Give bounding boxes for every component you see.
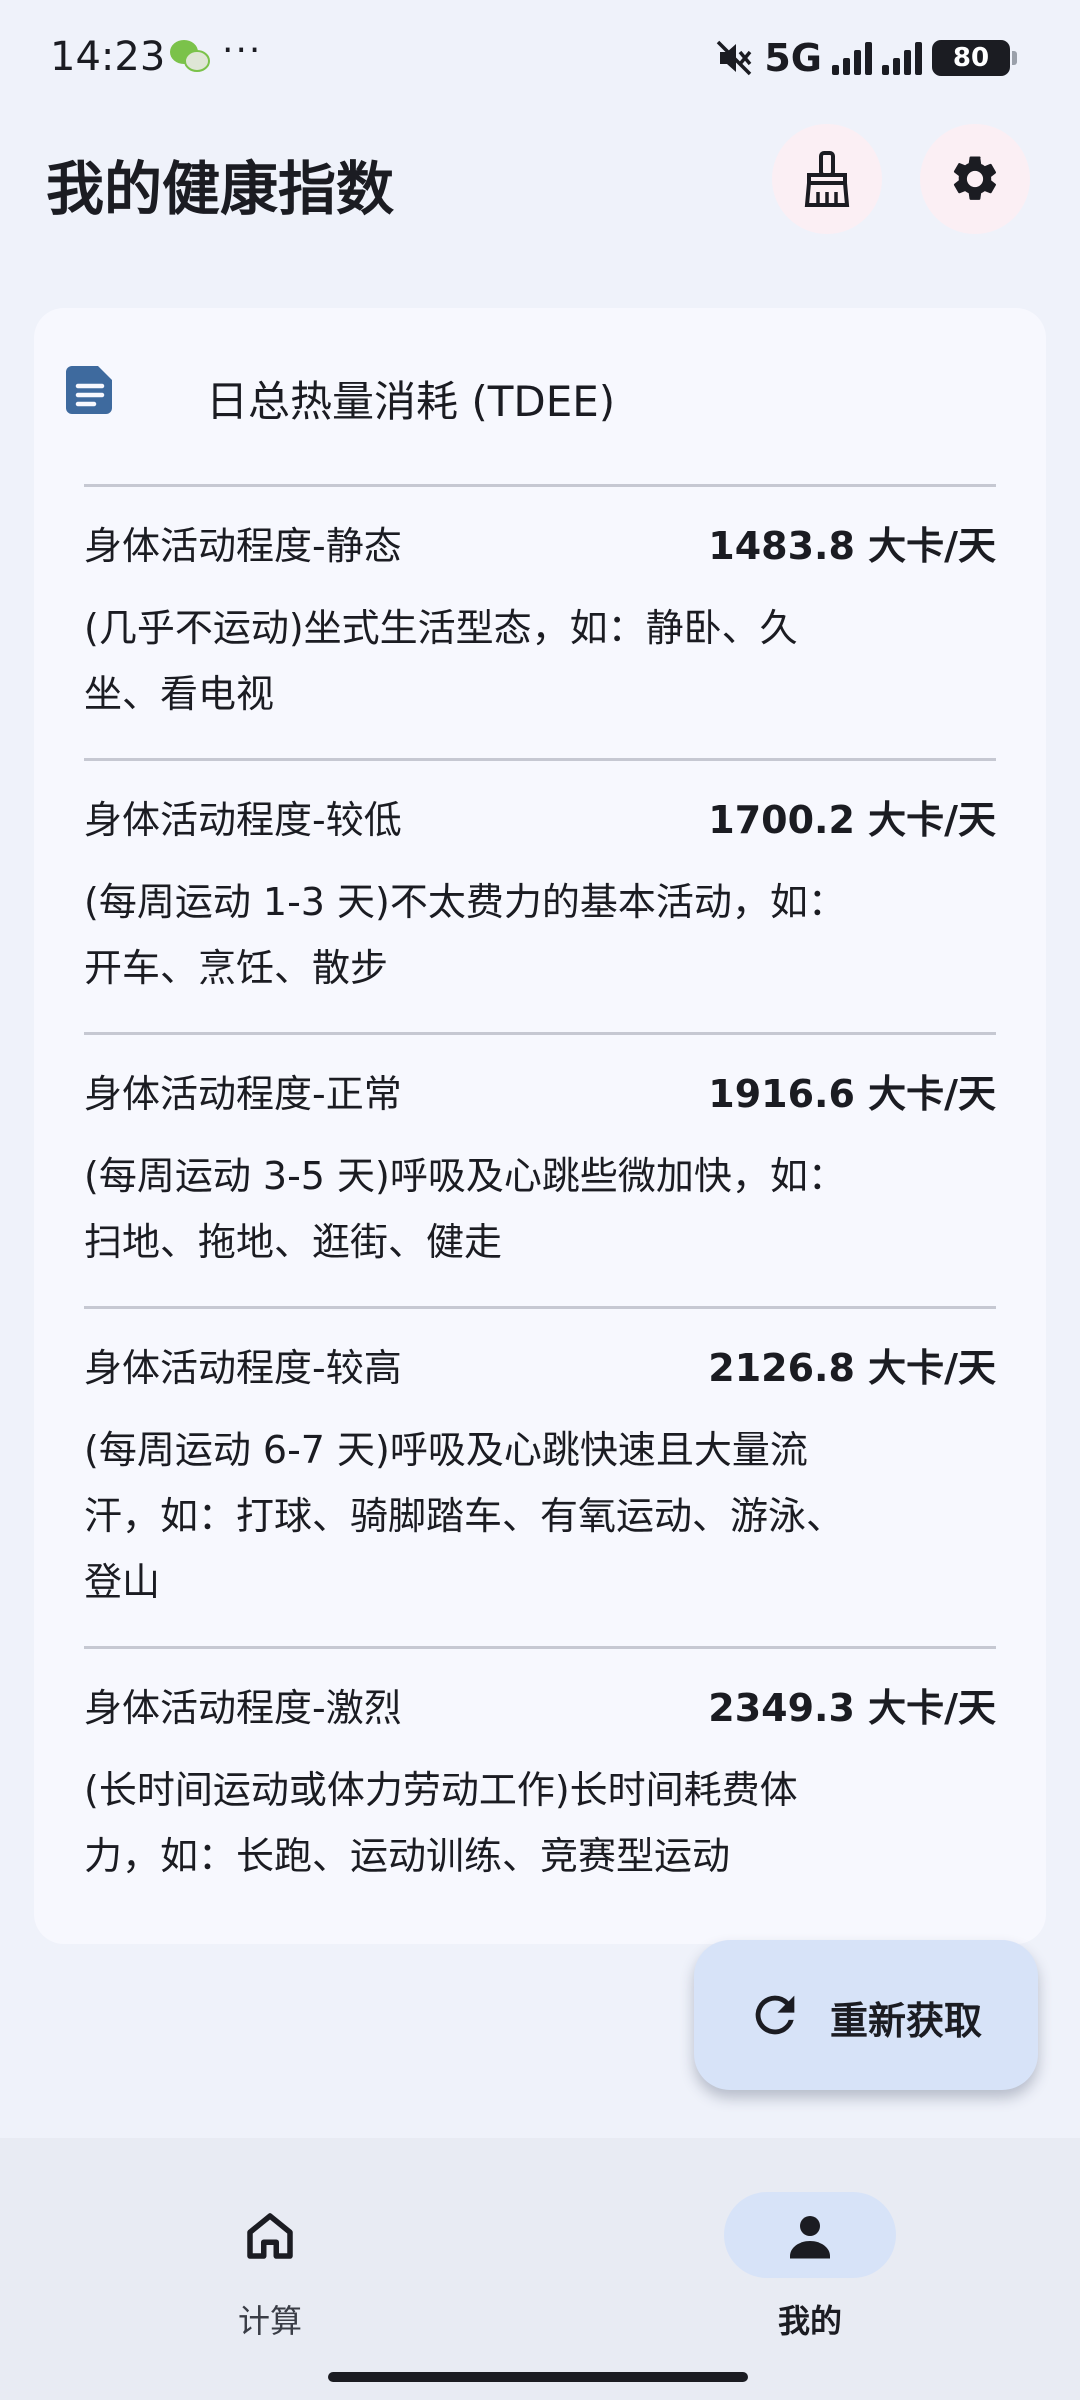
activity-level-name: 身体活动程度-较低: [84, 798, 402, 842]
battery-icon: 80: [932, 40, 1017, 76]
refresh-fab[interactable]: 重新获取: [694, 1940, 1038, 2090]
activity-level-calories: 1483.8 大卡/天: [708, 524, 996, 568]
activity-level-name: 身体活动程度-静态: [84, 524, 402, 568]
refresh-label: 重新获取: [830, 1999, 983, 2043]
activity-level-name: 身体活动程度-较高: [84, 1346, 402, 1390]
clean-button[interactable]: [772, 124, 882, 234]
page-title: 我的健康指数: [46, 155, 395, 223]
bottom-navigation: 计算 我的: [0, 2138, 1080, 2400]
status-right-group: 5G 80: [714, 36, 1017, 80]
activity-level-calories: 2349.3 大卡/天: [708, 1686, 996, 1730]
refresh-icon: [755, 1995, 795, 2035]
network-type: 5G: [764, 36, 822, 80]
activity-level-calories: 1916.6 大卡/天: [708, 1072, 996, 1116]
description-line: 扫地、拖地、逛街、健走: [84, 1220, 503, 1264]
activity-row-normal: 身体活动程度-正常 1916.6 大卡/天 (每周运动 3-5 天)呼吸及心跳些…: [84, 1032, 996, 1307]
gesture-handle[interactable]: [328, 2372, 748, 2382]
home-icon: [247, 2213, 293, 2259]
signal-icon-2: [882, 41, 922, 75]
activity-level-calories: 2126.8 大卡/天: [708, 1346, 996, 1390]
document-icon: [66, 366, 112, 414]
nav-item-calculate[interactable]: 计算: [170, 2178, 370, 2348]
activity-level-name: 身体活动程度-激烈: [84, 1686, 402, 1730]
battery-level: 80: [952, 43, 990, 73]
description-line: (几乎不运动)坐式生活型态，如：静卧、久: [84, 606, 798, 650]
card-title: 日总热量消耗 (TDEE): [206, 377, 616, 426]
broom-icon: [804, 151, 850, 207]
description-line: 开车、烹饪、散步: [84, 946, 389, 990]
activity-level-description: (每周运动 3-5 天)呼吸及心跳些微加快，如： 扫地、拖地、逛街、健走: [84, 1143, 996, 1275]
activity-level-description: (几乎不运动)坐式生活型态，如：静卧、久 坐、看电视: [84, 595, 996, 727]
activity-level-description: (每周运动 1-3 天)不太费力的基本活动，如： 开车、烹饪、散步: [84, 869, 996, 1001]
description-line: 汗，如：打球、骑脚踏车、有氧运动、游泳、: [84, 1494, 845, 1538]
settings-button[interactable]: [920, 124, 1030, 234]
person-icon: [790, 2216, 830, 2259]
activity-row-high: 身体活动程度-较高 2126.8 大卡/天 (每周运动 6-7 天)呼吸及心跳快…: [84, 1306, 996, 1647]
gear-icon: [953, 156, 997, 200]
activity-row-low: 身体活动程度-较低 1700.2 大卡/天 (每周运动 1-3 天)不太费力的基…: [84, 758, 996, 1033]
nav-label: 计算: [237, 2302, 302, 2340]
activity-level-name: 身体活动程度-正常: [84, 1072, 402, 1116]
status-time: 14:23: [50, 34, 166, 80]
description-line: 登山: [84, 1560, 161, 1604]
activity-row-sedentary: 身体活动程度-静态 1483.8 大卡/天 (几乎不运动)坐式生活型态，如：静卧…: [84, 484, 996, 759]
description-line: (每周运动 3-5 天)呼吸及心跳些微加快，如：: [84, 1154, 846, 1198]
description-line: (长时间运动或体力劳动工作)长时间耗费体: [84, 1768, 798, 1812]
nav-label: 我的: [777, 2302, 842, 2340]
activity-level-calories: 1700.2 大卡/天: [708, 798, 996, 842]
signal-icon: [832, 41, 872, 75]
activity-row-intense: 身体活动程度-激烈 2349.3 大卡/天 (长时间运动或体力劳动工作)长时间耗…: [84, 1646, 996, 1921]
status-more-dots: ···: [222, 30, 263, 71]
activity-level-description: (长时间运动或体力劳动工作)长时间耗费体 力，如：长跑、运动训练、竞赛型运动: [84, 1757, 996, 1889]
description-line: (每周运动 6-7 天)呼吸及心跳快速且大量流: [84, 1428, 808, 1472]
mute-icon: [717, 40, 752, 76]
description-line: 坐、看电视: [84, 672, 275, 716]
activity-level-description: (每周运动 6-7 天)呼吸及心跳快速且大量流 汗，如：打球、骑脚踏车、有氧运动…: [84, 1417, 996, 1615]
description-line: 力，如：长跑、运动训练、竞赛型运动: [84, 1834, 731, 1878]
wechat-notification-icon: [170, 40, 210, 72]
status-bar: 14:23 ··· 5G 80: [0, 0, 1080, 118]
nav-item-mine[interactable]: 我的: [710, 2178, 910, 2348]
tdee-card: 日总热量消耗 (TDEE) 身体活动程度-静态 1483.8 大卡/天 (几乎不…: [34, 308, 1046, 1944]
description-line: (每周运动 1-3 天)不太费力的基本活动，如：: [84, 880, 846, 924]
